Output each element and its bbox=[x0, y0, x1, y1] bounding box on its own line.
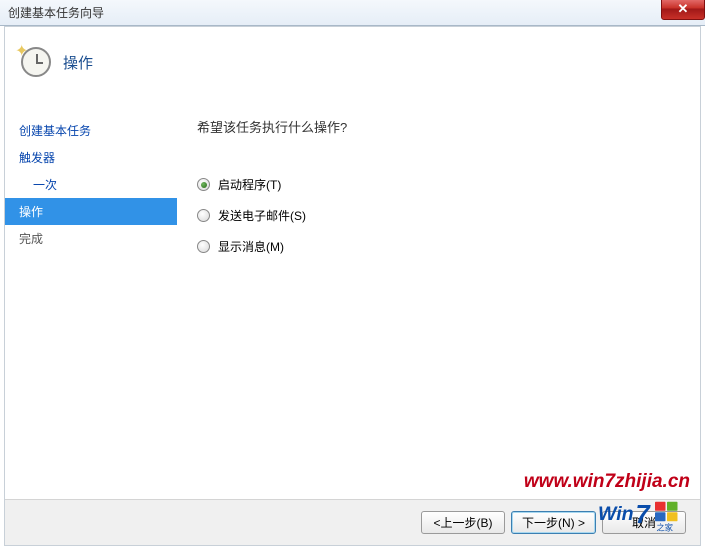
radio-start-program[interactable]: 启动程序(T) bbox=[197, 176, 680, 193]
radio-icon bbox=[197, 209, 210, 222]
close-icon: ✕ bbox=[678, 1, 689, 17]
prompt-text: 希望该任务执行什么操作? bbox=[197, 117, 680, 136]
task-scheduler-icon: ✦ bbox=[19, 45, 53, 79]
wizard-footer: <上一步(B) 下一步(N) > 取消 bbox=[5, 499, 700, 545]
radio-display-message[interactable]: 显示消息(M) bbox=[197, 238, 680, 255]
window-body: ✦ 操作 创建基本任务 触发器 一次 操作 完成 希望该任务执行什么操作? 启动… bbox=[4, 26, 701, 546]
back-button[interactable]: <上一步(B) bbox=[421, 511, 505, 534]
radio-label: 发送电子邮件(S) bbox=[218, 207, 306, 224]
radio-icon bbox=[197, 240, 210, 253]
close-button[interactable]: ✕ bbox=[661, 0, 705, 20]
radio-icon bbox=[197, 178, 210, 191]
content-area: 创建基本任务 触发器 一次 操作 完成 希望该任务执行什么操作? 启动程序(T)… bbox=[5, 115, 700, 497]
sidebar-item-create-basic-task[interactable]: 创建基本任务 bbox=[5, 117, 177, 144]
cancel-button[interactable]: 取消 bbox=[602, 511, 686, 534]
main-panel: 希望该任务执行什么操作? 启动程序(T) 发送电子邮件(S) 显示消息(M) bbox=[177, 115, 700, 497]
window-title: 创建基本任务向导 bbox=[8, 4, 104, 21]
next-button[interactable]: 下一步(N) > bbox=[511, 511, 596, 534]
sidebar-item-finish: 完成 bbox=[5, 225, 177, 252]
wizard-sidebar: 创建基本任务 触发器 一次 操作 完成 bbox=[5, 115, 177, 497]
titlebar: 创建基本任务向导 ✕ bbox=[0, 0, 705, 26]
sidebar-item-once[interactable]: 一次 bbox=[5, 171, 177, 198]
radio-send-email[interactable]: 发送电子邮件(S) bbox=[197, 207, 680, 224]
sidebar-item-trigger[interactable]: 触发器 bbox=[5, 144, 177, 171]
wizard-header: ✦ 操作 bbox=[5, 27, 700, 107]
radio-label: 启动程序(T) bbox=[218, 176, 281, 193]
sidebar-item-action[interactable]: 操作 bbox=[5, 198, 177, 225]
page-title: 操作 bbox=[63, 52, 93, 73]
radio-label: 显示消息(M) bbox=[218, 238, 284, 255]
